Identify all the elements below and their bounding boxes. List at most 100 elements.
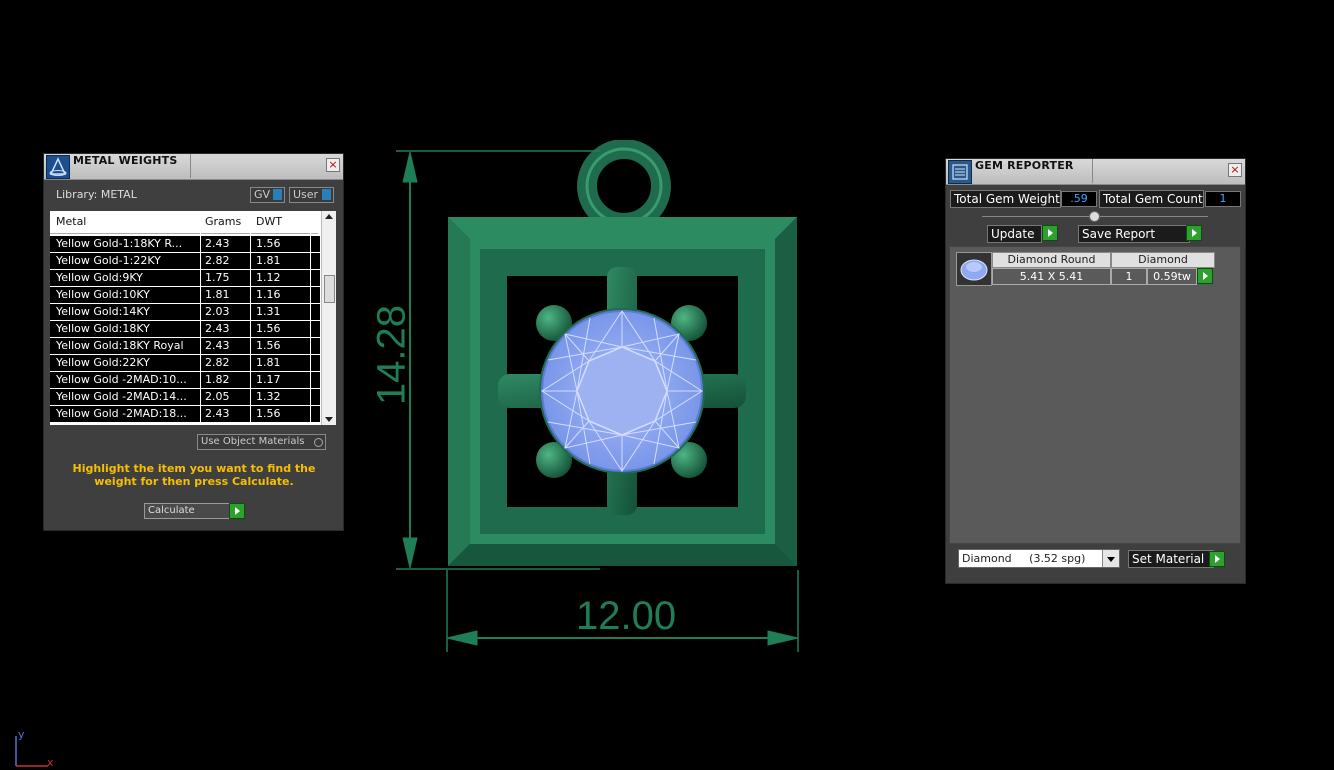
gem-reporter-panel: GEM REPORTER × Total Gem Weight .59 Tota…: [945, 158, 1246, 584]
total-gem-weight-field[interactable]: .59: [1061, 191, 1097, 207]
metal-name-cell: Yellow Gold:9KY: [56, 271, 143, 284]
grams-cell: 2.82: [205, 254, 230, 267]
bail-ring: [577, 140, 671, 233]
metal-weights-logo-icon: [46, 155, 70, 179]
metal-name-cell: Yellow Gold:22KY: [56, 356, 150, 369]
table-row[interactable]: Yellow Gold:14KY 2.03 1.31: [50, 304, 322, 321]
metal-name-cell: Yellow Gold -2MAD:18...: [56, 407, 187, 420]
gv-toggle[interactable]: GV: [250, 187, 285, 203]
scroll-up-icon[interactable]: [325, 214, 333, 219]
calculate-button[interactable]: Calculate: [144, 503, 231, 519]
splitter-knob-icon[interactable]: [1089, 211, 1100, 222]
diamond-gem: [539, 308, 705, 474]
library-label: Library: METAL: [56, 188, 137, 201]
metal-name-cell: Yellow Gold -2MAD:10...: [56, 373, 187, 386]
table-row[interactable]: Yellow Gold-1:22KY 2.82 1.81: [50, 253, 322, 270]
table-row[interactable]: Yellow Gold:18KY Royal 2.43 1.56: [50, 338, 322, 355]
instruction-text: Highlight the item you want to find the …: [72, 462, 316, 488]
gv-label: GV: [254, 188, 271, 201]
gem-shape-header: Diamond Round: [992, 252, 1111, 268]
dwt-cell: 1.81: [256, 254, 281, 267]
metal-weights-title: METAL WEIGHTS: [73, 154, 178, 167]
use-object-materials-checkbox[interactable]: Use Object Materials: [197, 434, 326, 450]
save-report-button[interactable]: Save Report: [1078, 225, 1190, 243]
metal-name-cell: Yellow Gold:14KY: [56, 305, 150, 318]
metal-name-cell: Yellow Gold -2MAD:14...: [56, 390, 187, 403]
calculate-label: Calculate: [148, 505, 195, 516]
user-toggle[interactable]: User: [289, 187, 334, 203]
col-dwt[interactable]: DWT: [256, 215, 282, 228]
total-gem-count-label: Total Gem Count: [1099, 190, 1204, 208]
metal-weights-close-icon[interactable]: ×: [326, 158, 340, 172]
calculate-play-icon[interactable]: [229, 503, 245, 519]
metal-weights-panel: METAL WEIGHTS × Library: METAL GV User M…: [43, 153, 344, 531]
gem-list[interactable]: Diamond Round Diamond 5.41 X 5.41 1 0.59…: [949, 246, 1241, 544]
update-play-icon[interactable]: [1042, 225, 1058, 241]
scroll-down-icon[interactable]: [325, 417, 333, 422]
grams-cell: 2.43: [205, 322, 230, 335]
metal-table-scrollbar[interactable]: [321, 211, 336, 425]
use-object-materials-label: Use Object Materials: [201, 436, 305, 447]
table-row[interactable]: Yellow Gold:22KY 2.82 1.81: [50, 355, 322, 372]
dwt-cell: 1.31: [256, 305, 281, 318]
metal-name-cell: Yellow Gold-1:22KY: [56, 254, 161, 267]
width-dimension-label: 12.00: [576, 594, 677, 638]
metal-table-header: Metal Grams DWT: [50, 211, 318, 234]
checkbox-icon: [314, 438, 323, 447]
material-select-value: Diamond (3.52 spg): [962, 552, 1086, 565]
dwt-cell: 1.16: [256, 288, 281, 301]
metal-table[interactable]: Metal Grams DWT Yellow Gold-1:18KY R... 2…: [50, 211, 336, 425]
scroll-thumb[interactable]: [324, 275, 335, 303]
user-toggle-icon: [322, 189, 331, 200]
gem-row-play-icon[interactable]: [1197, 268, 1213, 284]
table-row[interactable]: Yellow Gold -2MAD:18... 2.43 1.56: [50, 406, 322, 423]
table-row[interactable]: Yellow Gold-1:18KY R... 2.43 1.56: [50, 236, 322, 253]
dwt-cell: 1.12: [256, 271, 281, 284]
gem-reporter-title: GEM REPORTER: [975, 159, 1074, 172]
height-dimension-label: 14.28: [369, 304, 414, 406]
save-report-play-icon[interactable]: [1186, 225, 1202, 241]
dwt-cell: 1.17: [256, 373, 281, 386]
col-grams[interactable]: Grams: [205, 215, 241, 228]
gem-type-header: Diamond: [1111, 252, 1215, 268]
table-row[interactable]: Yellow Gold:18KY 2.43 1.56: [50, 321, 322, 338]
dwt-cell: 1.56: [256, 237, 281, 250]
set-material-play-icon[interactable]: [1209, 551, 1225, 567]
total-gem-count-field[interactable]: 1: [1205, 191, 1241, 207]
col-metal[interactable]: Metal: [56, 215, 86, 228]
metal-name-cell: Yellow Gold:18KY: [56, 322, 150, 335]
table-row[interactable]: Yellow Gold -2MAD:14... 2.05 1.32: [50, 389, 322, 406]
grams-cell: 1.75: [205, 271, 230, 284]
grams-cell: 2.43: [205, 339, 230, 352]
gem-count-cell: 1: [1111, 268, 1147, 285]
set-material-label: Set Material: [1132, 552, 1205, 566]
dwt-cell: 1.56: [256, 407, 281, 420]
metal-name-cell: Yellow Gold:10KY: [56, 288, 150, 301]
material-select[interactable]: Diamond (3.52 spg): [958, 549, 1120, 568]
gem-reporter-close-icon[interactable]: ×: [1228, 163, 1242, 177]
table-row[interactable]: Yellow Gold:9KY 1.75 1.12: [50, 270, 322, 287]
pendant-viewport: [396, 140, 799, 652]
dwt-cell: 1.32: [256, 390, 281, 403]
dwt-cell: 1.56: [256, 339, 281, 352]
gem-thumbnail-icon[interactable]: [956, 252, 992, 286]
user-label: User: [293, 188, 319, 201]
dwt-cell: 1.56: [256, 322, 281, 335]
grams-cell: 1.81: [205, 288, 230, 301]
gv-toggle-icon: [273, 189, 282, 200]
update-button[interactable]: Update: [987, 225, 1042, 243]
axis-y-label: y: [18, 728, 25, 741]
metal-name-cell: Yellow Gold-1:18KY R...: [56, 237, 183, 250]
gem-weight-cell: 0.59tw: [1147, 268, 1197, 285]
update-label: Update: [991, 227, 1035, 241]
dwt-cell: 1.81: [256, 356, 281, 369]
metal-weights-titlebar[interactable]: METAL WEIGHTS ×: [44, 154, 343, 180]
total-gem-weight-label: Total Gem Weight: [950, 190, 1061, 208]
gem-reporter-titlebar[interactable]: GEM REPORTER ×: [946, 159, 1245, 185]
set-material-button[interactable]: Set Material: [1128, 550, 1214, 568]
table-row[interactable]: Yellow Gold:10KY 1.81 1.16: [50, 287, 322, 304]
chevron-down-icon[interactable]: [1102, 550, 1119, 567]
table-row[interactable]: Yellow Gold -2MAD:10... 1.82 1.17: [50, 372, 322, 389]
axis-x-label: x: [47, 756, 54, 769]
grams-cell: 2.43: [205, 237, 230, 250]
